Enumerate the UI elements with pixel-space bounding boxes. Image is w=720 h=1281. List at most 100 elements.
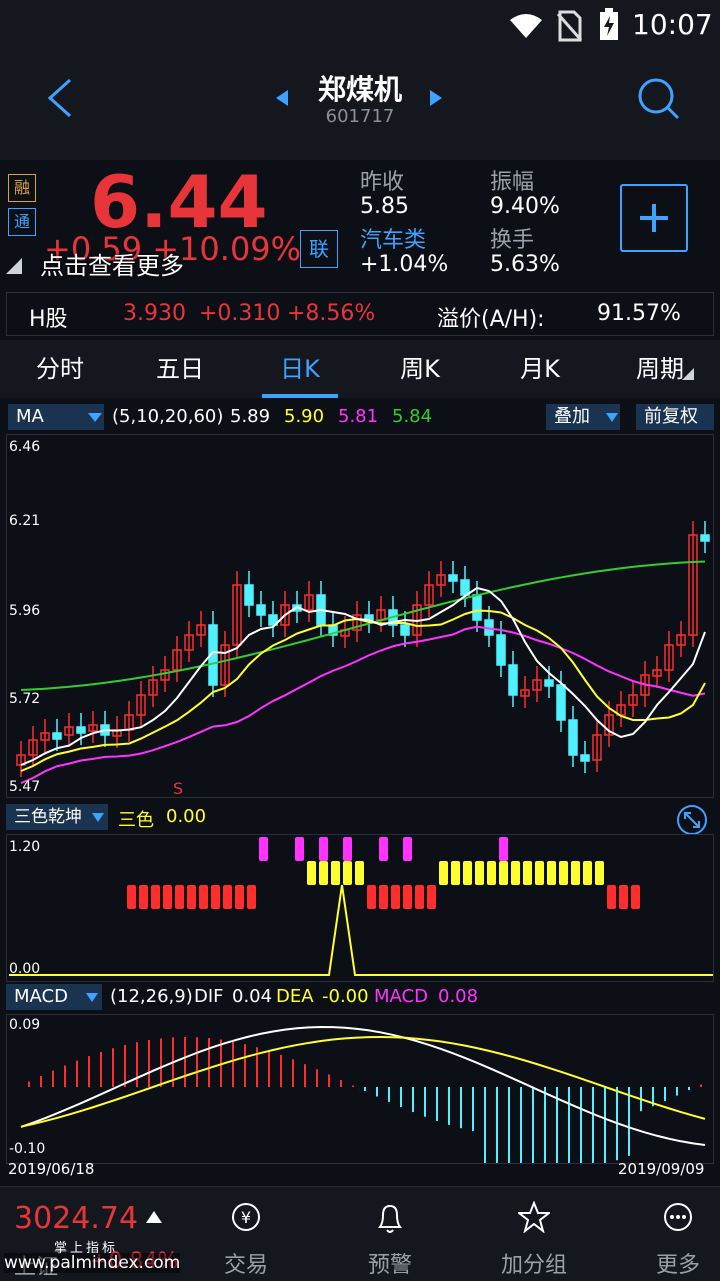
sanse-panel[interactable]: 三色乾坤 三色 0.00 1.20 0.00 [6, 804, 714, 982]
macd-value: 0.08 [438, 986, 479, 1007]
index-value[interactable]: 3024.74 [14, 1201, 138, 1236]
kline-chart-frame[interactable]: 6.46 6.21 5.96 5.72 5.47 S [6, 434, 714, 798]
sanse-block [187, 885, 196, 909]
stock-code: 601717 [325, 106, 395, 127]
related-button[interactable]: 联 [300, 230, 338, 268]
back-icon[interactable] [44, 76, 74, 120]
sanse-block [331, 861, 340, 885]
prev-close-label: 昨收 [360, 170, 405, 195]
tab-minute[interactable]: 分时 [0, 340, 120, 398]
more-hint[interactable]: 点击查看更多 [40, 246, 184, 281]
sanse-block [427, 885, 436, 909]
h-share-price: 3.930 [123, 301, 186, 326]
dif-value: 0.04 [232, 986, 273, 1007]
sector-link[interactable]: 汽车类 [360, 222, 426, 254]
macd-axis-min: -0.10 [9, 1141, 46, 1157]
period-dropdown-icon [682, 368, 694, 380]
nav-trade-label: 交易 [223, 1253, 268, 1278]
h-share-pct: +8.56% [287, 301, 376, 326]
tab-daily-k[interactable]: 日K [240, 340, 360, 398]
sanse-block [415, 885, 424, 909]
bell-icon [378, 1204, 402, 1233]
sanse-block [547, 861, 556, 885]
star-icon [518, 1201, 550, 1233]
sanse-block [211, 885, 220, 909]
price-axis-top: 6.46 [9, 439, 41, 455]
tab-five-day[interactable]: 五日 [120, 340, 240, 398]
sell-signal: S [173, 779, 184, 798]
active-tab-indicator [262, 394, 338, 398]
ma5-line [20, 586, 706, 766]
sanse-block [535, 861, 544, 885]
caret-down-icon [88, 413, 102, 422]
sanse-label: 三色 [118, 810, 154, 831]
prev-stock-icon[interactable] [276, 90, 290, 106]
price-axis-bottom: 5.47 [9, 779, 41, 795]
sanse-name: 三色乾坤 [14, 807, 82, 827]
sanse-block [163, 885, 172, 909]
sanse-block [523, 861, 532, 885]
add-watchlist-button[interactable] [620, 184, 688, 252]
candle-body [496, 634, 506, 666]
next-stock-icon[interactable] [430, 90, 444, 106]
macd-chart-frame: 0.09 -0.10 [6, 1014, 714, 1164]
candle-body [556, 684, 566, 721]
wifi-icon [510, 14, 542, 38]
bottom-bar: 3024.74 上证 +0.84% 掌上指标 www.palmindex.com… [0, 1186, 720, 1281]
tab-monthly-k[interactable]: 月K [480, 340, 600, 398]
nav-add-group-label: 加分组 [500, 1253, 567, 1278]
nav-more-label: 更多 [655, 1253, 700, 1278]
ma-selector[interactable]: MA [8, 404, 104, 430]
candle-body [580, 754, 590, 762]
macd-axis-max: 0.09 [9, 1017, 41, 1033]
sanse-block [259, 837, 268, 861]
candle-body [244, 584, 254, 606]
sanse-block [127, 885, 136, 909]
sanse-block [343, 861, 352, 885]
sanse-block [607, 885, 616, 909]
expand-icon[interactable] [676, 804, 708, 836]
adjust-button[interactable]: 前复权 [636, 404, 714, 430]
status-bar: 10:07 [0, 0, 720, 50]
tab-period[interactable]: 周期 [600, 340, 720, 398]
date-end: 2019/09/09 [618, 1160, 705, 1178]
macd-selector[interactable]: MACD [6, 984, 102, 1010]
candle-body [256, 604, 266, 616]
overlay-selector[interactable]: 叠加 [546, 404, 620, 430]
sanse-block [319, 861, 328, 885]
sanse-selector[interactable]: 三色乾坤 [6, 804, 108, 830]
search-icon[interactable] [636, 76, 682, 122]
ma10-line [20, 609, 706, 772]
battery-charging-icon [600, 8, 618, 40]
nav-more[interactable]: 更多 [628, 1187, 720, 1281]
dif-label: DIF [194, 986, 224, 1007]
price-axis-4: 5.72 [9, 691, 41, 707]
no-sim-icon [556, 10, 582, 42]
nav-trade[interactable]: ¥ 交易 [196, 1187, 296, 1281]
nav-alert[interactable]: 预警 [340, 1187, 440, 1281]
kline-chart[interactable] [7, 435, 713, 797]
candle-body [472, 594, 482, 621]
candle-body [52, 732, 62, 740]
macd-panel[interactable]: MACD (12,26,9) DIF 0.04 DEA -0.00 MACD 0… [6, 984, 714, 1184]
nav-add-group[interactable]: 加分组 [484, 1187, 584, 1281]
sanse-chart-frame: 1.20 0.00 [6, 834, 714, 982]
quote-panel[interactable]: 融 通 6.44 +0.59 +10.09% 点击查看更多 联 昨收 5.85 … [0, 160, 720, 288]
ma60-line [20, 560, 706, 691]
sanse-block [379, 837, 388, 861]
tab-weekly-k[interactable]: 周K [360, 340, 480, 398]
sanse-block [583, 861, 592, 885]
h-share-row[interactable]: H股 3.930 +0.310 +8.56% 溢价(A/H): 91.57% [6, 292, 714, 336]
sanse-block [487, 861, 496, 885]
sanse-block [571, 861, 580, 885]
sanse-block [451, 861, 460, 885]
caret-down-icon [86, 993, 98, 1002]
sanse-block [223, 885, 232, 909]
sanse-block [475, 861, 484, 885]
watermark-url: www.palmindex.com [4, 1253, 181, 1273]
sanse-block [139, 885, 148, 909]
sanse-block [595, 861, 604, 885]
candle-body [700, 534, 710, 542]
sanse-block [151, 885, 160, 909]
sanse-block [631, 885, 640, 909]
